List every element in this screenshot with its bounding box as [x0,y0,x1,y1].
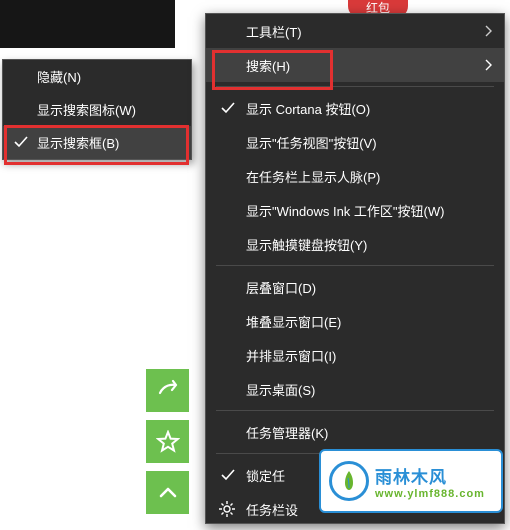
favorite-button[interactable] [146,420,189,463]
gear-icon [218,500,236,518]
menu-item-task-view[interactable]: 显示"任务视图"按钮(V) [206,125,504,159]
side-action-buttons [146,369,189,522]
chevron-right-icon [484,59,492,71]
chevron-up-icon [157,482,179,504]
menu-item-label: 显示搜索图标(W) [37,100,136,119]
scroll-up-button[interactable] [146,471,189,514]
menu-item-label: 隐藏(N) [37,67,81,86]
menu-separator [216,86,494,87]
menu-item-label: 显示桌面(S) [246,380,315,399]
star-icon [156,430,180,454]
menu-item-label: 显示搜索框(B) [37,133,119,152]
menu-item-label: 显示 Cortana 按钮(O) [246,99,370,118]
menu-item-toolbars[interactable]: 工具栏(T) [206,14,504,48]
menu-item-people[interactable]: 在任务栏上显示人脉(P) [206,159,504,193]
menu-item-task-manager[interactable]: 任务管理器(K) [206,415,504,449]
menu-item-label: 工具栏(T) [246,22,302,41]
menu-item-label: 显示"任务视图"按钮(V) [246,133,377,152]
menu-item-show-cortana[interactable]: 显示 Cortana 按钮(O) [206,91,504,125]
check-icon [220,467,236,483]
check-icon [220,100,236,116]
menu-item-label: 锁定任 [246,466,285,485]
menu-item-label: 显示"Windows Ink 工作区"按钮(W) [246,201,444,220]
menu-item-label: 层叠窗口(D) [246,278,316,297]
menu-item-label: 显示触摸键盘按钮(Y) [246,235,367,254]
menu-item-label: 堆叠显示窗口(E) [246,312,341,331]
check-icon [13,134,29,150]
logo-icon [329,461,369,501]
menu-item-label: 任务管理器(K) [246,423,328,442]
chevron-right-icon [484,25,492,37]
menu-item-stack[interactable]: 堆叠显示窗口(E) [206,304,504,338]
menu-item-side-by-side[interactable]: 并排显示窗口(I) [206,338,504,372]
taskbar-context-menu: 工具栏(T) 搜索(H) 显示 Cortana 按钮(O) 显示"任务视图"按钮… [205,13,505,524]
menu-item-show-search-box[interactable]: 显示搜索框(B) [3,126,191,159]
menu-item-label: 搜索(H) [246,56,290,75]
watermark-logo: 雨林木风 www.ylmf888.com [319,449,503,513]
share-icon [156,379,180,403]
logo-title: 雨林木风 [375,463,485,488]
menu-item-touch-keyboard[interactable]: 显示触摸键盘按钮(Y) [206,227,504,261]
menu-item-search[interactable]: 搜索(H) [206,48,504,82]
menu-item-label: 在任务栏上显示人脉(P) [246,167,380,186]
menu-item-label: 并排显示窗口(I) [246,346,336,365]
menu-separator [216,410,494,411]
logo-url: www.ylmf888.com [375,488,485,500]
share-button[interactable] [146,369,189,412]
menu-item-ink-workspace[interactable]: 显示"Windows Ink 工作区"按钮(W) [206,193,504,227]
menu-separator [216,265,494,266]
menu-item-hide[interactable]: 隐藏(N) [3,60,191,93]
search-submenu: 隐藏(N) 显示搜索图标(W) 显示搜索框(B) [2,59,192,160]
menu-item-cascade[interactable]: 层叠窗口(D) [206,270,504,304]
menu-item-label: 任务栏设 [246,500,298,519]
menu-item-show-search-icon[interactable]: 显示搜索图标(W) [3,93,191,126]
menu-item-show-desktop[interactable]: 显示桌面(S) [206,372,504,406]
